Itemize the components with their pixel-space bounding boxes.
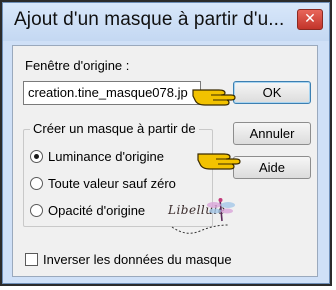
ok-button[interactable]: OK: [233, 81, 311, 104]
create-from-legend: Créer un masque à partir de: [30, 121, 199, 136]
radio-opacity-label: Opacité d'origine: [48, 203, 146, 218]
radio-luminance[interactable]: Luminance d'origine: [30, 149, 164, 164]
invert-label: Inverser les données du masque: [43, 252, 232, 267]
source-window-select[interactable]: creation.tine_masque078.jp: [23, 81, 201, 105]
source-window-label: Fenêtre d'origine :: [25, 58, 130, 73]
radio-button[interactable]: [30, 177, 43, 190]
title-bar: Ajout d'un masque à partir d'u... ✕: [3, 3, 329, 41]
invert-mask-option[interactable]: Inverser les données du masque: [25, 252, 232, 267]
dialog-body: Fenêtre d'origine : creation.tine_masque…: [12, 45, 318, 277]
dialog-title: Ajout d'un masque à partir d'u...: [14, 9, 285, 30]
radio-button-checked[interactable]: [30, 150, 43, 163]
close-icon: ✕: [304, 11, 316, 27]
radio-opacity[interactable]: Opacité d'origine: [30, 203, 145, 218]
libellule-watermark: Libellule: [166, 197, 236, 247]
dialog-window: Ajout d'un masque à partir d'u... ✕ Fenê…: [2, 2, 330, 284]
cancel-button[interactable]: Annuler: [233, 122, 311, 145]
radio-button[interactable]: [30, 204, 43, 217]
radio-any-nonzero[interactable]: Toute valeur sauf zéro: [30, 176, 176, 191]
pointing-hand-icon: [192, 89, 236, 106]
help-button[interactable]: Aide: [233, 156, 311, 179]
radio-any-nonzero-label: Toute valeur sauf zéro: [48, 176, 176, 191]
pointing-hand-icon: [197, 153, 241, 170]
close-button[interactable]: ✕: [297, 9, 323, 30]
invert-checkbox[interactable]: [25, 253, 38, 266]
radio-luminance-label: Luminance d'origine: [48, 149, 164, 164]
dragonfly-icon: [171, 198, 235, 234]
